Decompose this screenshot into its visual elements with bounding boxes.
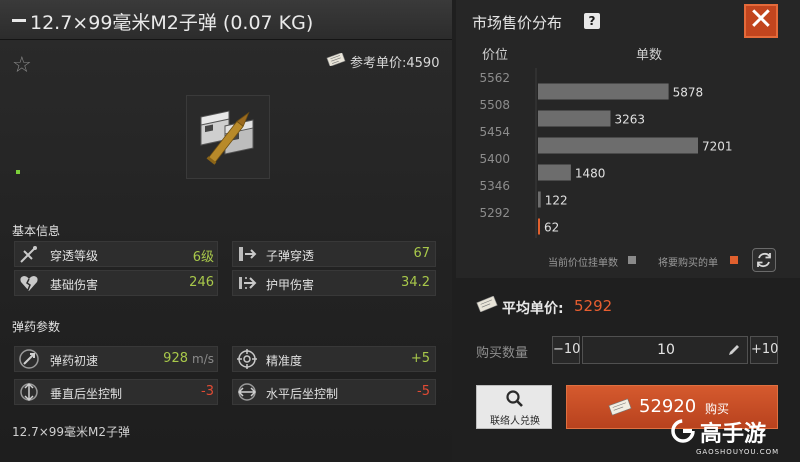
watermark-text: 高手游	[700, 422, 767, 447]
price-tick-label: 5400	[479, 152, 510, 166]
stat-value: +5	[410, 351, 430, 366]
velocity-icon	[19, 349, 39, 369]
help-icon[interactable]: ?	[584, 13, 600, 29]
ticket-icon	[608, 398, 632, 416]
legend-current-label: 当前价位挂单数	[548, 258, 618, 269]
stat-value: 928	[163, 351, 188, 366]
stat-label: 护甲伤害	[266, 278, 315, 292]
quantity-label: 购买数量	[476, 346, 529, 361]
stat-value: 6级	[192, 250, 214, 265]
price-tick-label: 5292	[479, 206, 510, 220]
stat-value: 67	[413, 246, 430, 261]
legend-current-swatch	[628, 256, 636, 264]
average-price-value: 5292	[574, 297, 613, 315]
bar-value-label: 122	[545, 194, 568, 208]
price-tick-label: 5454	[479, 125, 510, 139]
contact-label: 联络人兑换	[490, 416, 540, 427]
refresh-button[interactable]	[752, 248, 776, 272]
broken-heart-icon	[20, 276, 38, 291]
price-tick-label: 5562	[479, 71, 510, 85]
gaoshouyou-logo-icon	[671, 419, 695, 443]
average-price-label: 平均单价:	[502, 301, 564, 317]
stat-label: 精准度	[266, 354, 303, 368]
stat-label: 子弹穿透	[266, 249, 315, 263]
bar-mark	[538, 83, 669, 100]
contact-exchange-button[interactable]: 联络人兑换	[476, 385, 552, 429]
section-basic-info: 基本信息	[12, 224, 61, 238]
stat-label: 垂直后坐控制	[50, 387, 123, 401]
bullet-pierce-icon	[239, 247, 257, 261]
refresh-icon	[757, 252, 771, 268]
reference-price: 参考单价:4590	[350, 56, 440, 71]
quantity-input[interactable]: 10	[582, 336, 748, 364]
penetration-icon	[20, 246, 37, 263]
bar-highlight-mark	[538, 218, 540, 235]
legend-buy-label: 将要购买的单	[658, 258, 718, 269]
crosshair-icon	[237, 349, 257, 369]
stat-value: -5	[417, 384, 430, 399]
edit-pencil-icon	[729, 345, 739, 355]
bar-value-label: 62	[544, 221, 559, 235]
column-price-header: 价位	[482, 48, 509, 63]
bar-mark	[538, 164, 571, 181]
stat-label: 水平后坐控制	[266, 387, 339, 401]
armor-damage-icon	[239, 277, 257, 289]
bar-value-label: 7201	[702, 140, 733, 154]
watermark-url: GAOSHOUYOU.COM	[696, 448, 780, 456]
bar-mark	[538, 110, 611, 127]
horizontal-recoil-icon	[237, 383, 257, 401]
ticket-icon	[476, 296, 498, 312]
minus-ten-button[interactable]: −10	[552, 336, 580, 364]
price-distribution-chart: 5562 5508 5454 5400 5346 5292 5878 3263 7201 148…	[479, 68, 733, 238]
status-dot	[16, 170, 20, 174]
favorite-star-icon[interactable]: ☆	[12, 53, 32, 78]
ticket-icon	[326, 53, 346, 66]
watermark: 高手游 GAOSHOUYOU.COM	[656, 410, 800, 462]
stat-label: 基础伤害	[50, 278, 99, 292]
column-count-header: 单数	[636, 48, 663, 63]
ammo-box-image	[200, 110, 254, 165]
stat-value: -3	[201, 384, 214, 399]
collapse-dash-icon[interactable]	[12, 19, 26, 22]
bar-mark	[538, 137, 698, 154]
bar-value-label: 5878	[673, 86, 704, 100]
vertical-recoil-icon	[20, 382, 38, 402]
search-icon	[506, 390, 523, 407]
legend-buy-swatch	[730, 256, 738, 264]
plus-ten-button[interactable]: +10	[750, 336, 778, 364]
item-title: 12.7×99毫米M2子弹 (0.07 KG)	[30, 12, 314, 34]
stat-value: 246	[189, 275, 214, 290]
market-title: 市场售价分布	[472, 14, 563, 32]
stat-label: 弹药初速	[50, 354, 99, 368]
stat-value: 34.2	[401, 275, 430, 290]
quantity-value: 10	[657, 342, 675, 358]
bar-value-label: 1480	[575, 167, 606, 181]
bar-value-label: 3263	[615, 113, 646, 127]
price-tick-label: 5346	[479, 179, 510, 193]
item-image-frame	[186, 95, 270, 179]
bar-mark	[538, 191, 541, 208]
section-ammo-params: 弹药参数	[12, 320, 61, 334]
close-button[interactable]: ✕	[744, 4, 778, 38]
stat-unit: m/s	[192, 352, 214, 366]
price-tick-label: 5508	[479, 98, 510, 112]
stat-label: 穿透等级	[50, 249, 99, 263]
item-footer-name: 12.7×99毫米M2子弹	[12, 425, 131, 439]
